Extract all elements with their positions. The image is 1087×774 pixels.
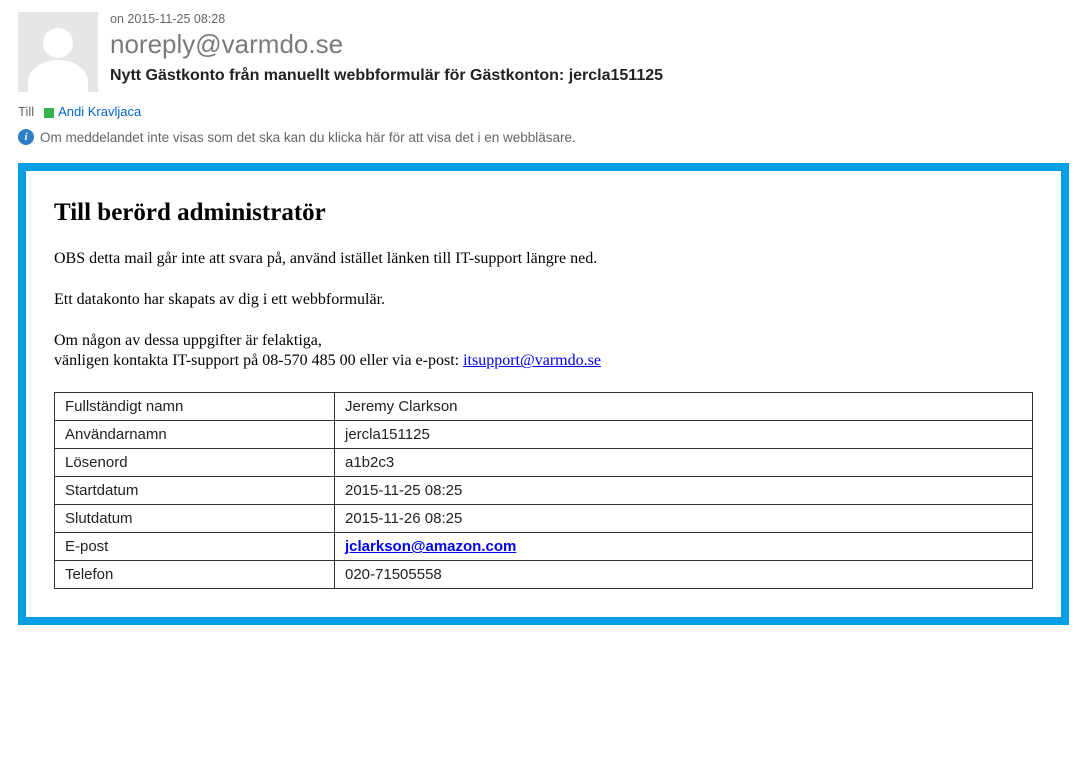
body-created: Ett datakonto har skapats av dig i ett w… (54, 290, 1033, 311)
table-value: 020-71505558 (335, 561, 1033, 589)
table-value: Jeremy Clarkson (335, 393, 1033, 421)
table-value: 2015-11-26 08:25 (335, 505, 1033, 533)
info-text: Om meddelandet inte visas som det ska ka… (40, 130, 576, 145)
avatar (18, 12, 98, 92)
email-body: Till berörd administratör OBS detta mail… (26, 171, 1061, 617)
email-body-frame: Till berörd administratör OBS detta mail… (18, 163, 1069, 625)
body-wrong1: Om någon av dessa uppgifter är felaktiga… (54, 331, 1033, 352)
table-value: 2015-11-25 08:25 (335, 477, 1033, 505)
header-text: on 2015-11-25 08:28 noreply@varmdo.se Ny… (110, 12, 1069, 85)
table-label: E-post (55, 533, 335, 561)
table-label: Användarnamn (55, 421, 335, 449)
info-icon: i (18, 129, 34, 145)
table-label: Slutdatum (55, 505, 335, 533)
table-row: Användarnamnjercla151125 (55, 421, 1033, 449)
body-wrong2-text: vänligen kontakta IT-support på 08-570 4… (54, 352, 463, 369)
table-row: E-post jclarkson@amazon.com (55, 533, 1033, 561)
email-timestamp: on 2015-11-25 08:28 (110, 12, 1069, 26)
from-address[interactable]: noreply@varmdo.se (110, 30, 1069, 59)
email-subject: Nytt Gästkonto från manuellt webbformulä… (110, 67, 1069, 85)
table-label: Fullständigt namn (55, 393, 335, 421)
table-value: a1b2c3 (335, 449, 1033, 477)
table-label: Telefon (55, 561, 335, 589)
to-row: Till Andi Kravljaca (18, 104, 1069, 119)
table-value: jclarkson@amazon.com (335, 533, 1033, 561)
body-wrong2-line: vänligen kontakta IT-support på 08-570 4… (54, 351, 1033, 372)
body-note: OBS detta mail går inte att svara på, an… (54, 249, 1033, 270)
body-heading: Till berörd administratör (54, 199, 1033, 227)
recipient-name: Andi Kravljaca (58, 104, 141, 119)
table-row: Lösenorda1b2c3 (55, 449, 1033, 477)
table-value: jercla151125 (335, 421, 1033, 449)
table-label: Startdatum (55, 477, 335, 505)
table-value-link[interactable]: jclarkson@amazon.com (345, 538, 516, 555)
table-row: Telefon020-71505558 (55, 561, 1033, 589)
info-bar[interactable]: i Om meddelandet inte visas som det ska … (18, 129, 1069, 145)
account-table: Fullständigt namnJeremy ClarksonAnvändar… (54, 392, 1033, 589)
table-row: Fullständigt namnJeremy Clarkson (55, 393, 1033, 421)
email-header: on 2015-11-25 08:28 noreply@varmdo.se Ny… (18, 12, 1069, 92)
table-row: Slutdatum2015-11-26 08:25 (55, 505, 1033, 533)
it-support-link[interactable]: itsupport@varmdo.se (463, 352, 601, 369)
recipient-wrap[interactable]: Andi Kravljaca (44, 104, 141, 119)
table-label: Lösenord (55, 449, 335, 477)
table-row: Startdatum2015-11-25 08:25 (55, 477, 1033, 505)
presence-icon (44, 108, 54, 118)
to-label: Till (18, 104, 34, 119)
